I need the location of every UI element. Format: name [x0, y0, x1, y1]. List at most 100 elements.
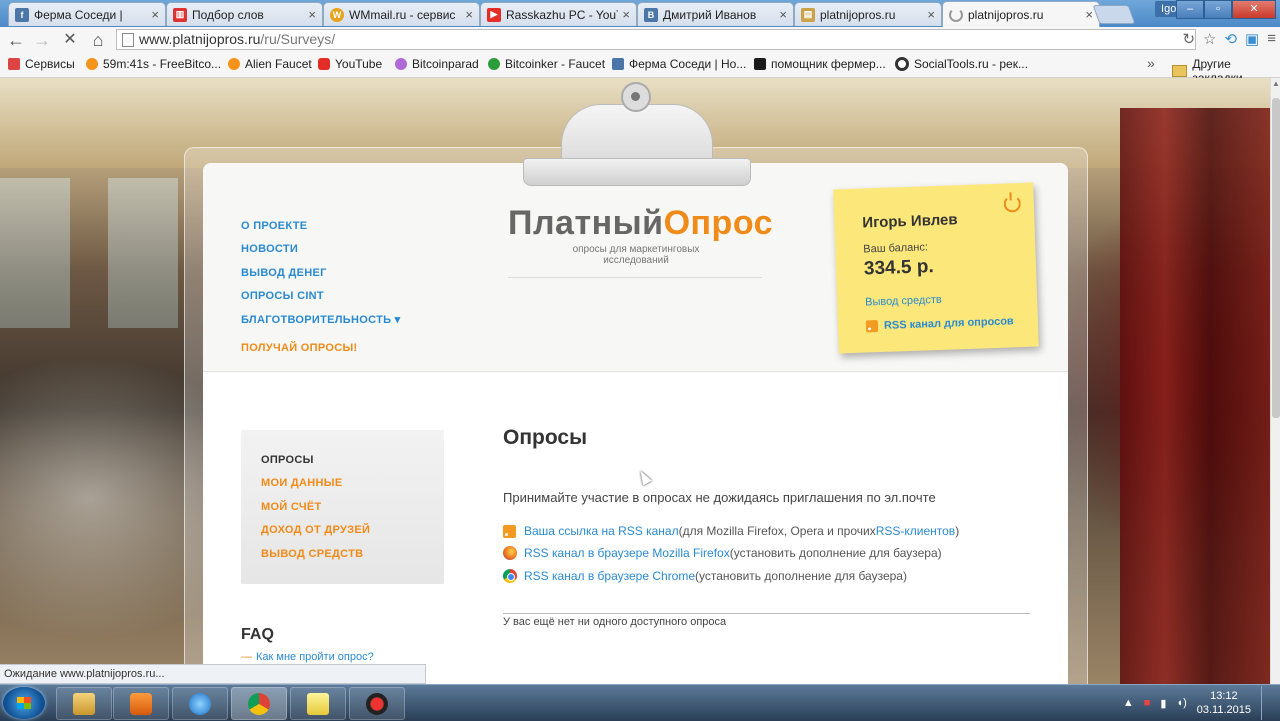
minimize-icon[interactable]: – [1176, 0, 1204, 19]
stop-icon[interactable]: ✕ [60, 30, 80, 50]
clock-date: 03.11.2015 [1196, 704, 1251, 716]
tray-app-icon[interactable]: ■ [1144, 697, 1151, 709]
taskbar-sticky-notes[interactable] [290, 687, 346, 720]
extension-icon[interactable]: ⟲ [1224, 30, 1237, 48]
show-desktop-button[interactable] [1261, 686, 1272, 720]
tab-title: platnijopros.ru [968, 7, 1044, 22]
tab-vk-dmitry[interactable]: B Дмитрий Иванов × [637, 2, 794, 26]
tab-platnijopros-active[interactable]: platnijopros.ru × [942, 1, 1100, 27]
sidebar-item-my-account[interactable]: МОЙ СЧЁТ [261, 501, 322, 513]
home-icon[interactable]: ⌂ [88, 30, 108, 50]
no-surveys-message: У вас ещё нет ни одного доступного опрос… [503, 616, 727, 628]
background-photo-window [108, 178, 178, 328]
rss-clients-link[interactable]: RSS-клиентов [876, 524, 955, 538]
recorder-icon [366, 692, 388, 715]
sidebar-item-my-data[interactable]: МОИ ДАННЫЕ [261, 477, 342, 489]
account-sidebar: ОПРОСЫ МОИ ДАННЫЕ МОЙ СЧЁТ ДОХОД ОТ ДРУЗ… [241, 430, 444, 584]
sidebar-item-withdraw[interactable]: ВЫВОД СРЕДСТВ [261, 548, 363, 560]
bookmark-pomoshnik[interactable]: помощник фермер... [754, 57, 886, 71]
bookmark-label: Bitcoinparad [412, 57, 479, 71]
balance-label: Ваш баланс: [863, 241, 929, 256]
page-title: Опросы [503, 426, 588, 449]
tab-platnijopros-1[interactable]: ▤ platnijopros.ru × [794, 2, 942, 26]
withdraw-link[interactable]: Вывод средств [865, 294, 942, 309]
network-icon[interactable]: ▮ [1160, 697, 1166, 710]
star-icon[interactable]: ☆ [1203, 30, 1216, 48]
nav-cint-surveys[interactable]: ОПРОСЫ CINT [241, 290, 324, 302]
close-icon[interactable]: × [622, 7, 630, 22]
sidebar-item-surveys[interactable]: ОПРОСЫ [261, 454, 314, 466]
taskbar-explorer[interactable] [56, 687, 112, 720]
bookmark-youtube[interactable]: YouTube [318, 57, 382, 71]
helper-icon [754, 58, 766, 70]
taskbar-ie[interactable] [172, 687, 228, 720]
scroll-up-icon[interactable]: ▲ [1272, 80, 1280, 88]
bookmark-services[interactable]: Сервисы [8, 57, 75, 71]
faq-question-link[interactable]: — Как мне пройти опрос? [241, 651, 374, 663]
volume-icon[interactable]: ◖) [1176, 697, 1186, 709]
forward-icon[interactable]: → [32, 30, 52, 50]
close-icon[interactable]: × [779, 7, 787, 22]
taskbar-media-player[interactable] [113, 687, 169, 720]
taskbar-recorder[interactable] [349, 687, 405, 720]
bitcoinparad-icon [395, 58, 407, 70]
rss-feed-link[interactable]: RSS канал для опросов [865, 315, 1014, 333]
nav-get-surveys[interactable]: ПОЛУЧАЙ ОПРОСЫ! [241, 342, 357, 354]
clipboard-clip-icon [523, 78, 751, 186]
nav-withdraw-money[interactable]: ВЫВОД ДЕНЕГ [241, 267, 327, 279]
logout-power-icon[interactable] [1003, 195, 1022, 213]
tab-title: platnijopros.ru [820, 7, 896, 22]
chart-icon: ▥ [173, 7, 187, 22]
surveys-lead-text: Принимайте участие в опросах не дожидаяс… [503, 490, 936, 505]
bookmark-label: Ферма Соседи | Но... [629, 57, 747, 71]
menu-icon[interactable]: ≡ [1267, 30, 1276, 48]
page-scrollbar[interactable]: ▲ [1270, 78, 1280, 684]
tab-title: Rasskazhu PC - YouT [506, 7, 619, 22]
tray-expand-icon[interactable]: ▲ [1123, 697, 1134, 709]
address-bar[interactable]: www.platnijopros.ru/ru/Surveys/ [116, 29, 1196, 50]
close-icon[interactable]: × [465, 7, 473, 22]
firefox-rss-link[interactable]: RSS канал в браузере Mozilla Firefox [524, 546, 730, 560]
page-icon [122, 33, 134, 47]
status-bar: Ожидание www.platnijopros.ru... [0, 664, 426, 684]
bookmark-ferma[interactable]: Ферма Соседи | Но... [612, 57, 746, 71]
new-tab-button[interactable] [1092, 5, 1136, 24]
rss-personal-link[interactable]: Ваша ссылка на RSS канал [524, 524, 679, 538]
tab-podbor[interactable]: ▥ Подбор слов × [166, 2, 323, 26]
close-icon[interactable]: × [308, 7, 316, 22]
tab-wmmail[interactable]: W WMmail.ru - сервис × [323, 2, 480, 26]
chrome-rss-link[interactable]: RSS канал в браузере Chrome [524, 569, 695, 583]
refresh-icon[interactable]: ↻ [1182, 30, 1195, 48]
close-icon[interactable]: × [927, 7, 935, 22]
site-logo[interactable]: ПлатныйОпрос опросы для маркетинговых исс… [508, 204, 773, 266]
tab-ferma[interactable]: f Ферма Соседи | × [8, 2, 166, 26]
bookmarks-overflow-icon[interactable]: » [1147, 55, 1155, 71]
sidebar-item-referral-income[interactable]: ДОХОД ОТ ДРУЗЕЙ [261, 524, 370, 536]
bookmark-alien-faucet[interactable]: Alien Faucet [228, 57, 312, 71]
clip-ring [621, 82, 651, 112]
nav-news[interactable]: НОВОСТИ [241, 243, 298, 255]
close-icon[interactable]: × [151, 7, 159, 22]
logo-part1: Платный [508, 204, 664, 242]
toolbar-icons: ↻ ☆ ⟲ ▣ ≡ [1182, 30, 1276, 48]
start-button[interactable] [3, 687, 45, 719]
chrome-icon [503, 569, 517, 583]
bookmark-freebitco[interactable]: 59m:41s - FreeBitco... [86, 57, 221, 71]
nav-about[interactable]: О ПРОЕКТЕ [241, 220, 307, 232]
firefox-link-row: RSS канал в браузере Mozilla Firefox (ус… [503, 546, 942, 560]
maximize-icon[interactable]: ▫ [1204, 0, 1232, 19]
window-close-icon[interactable]: ✕ [1232, 0, 1276, 19]
scrollbar-thumb[interactable] [1272, 98, 1280, 418]
screenshot-icon[interactable]: ▣ [1245, 30, 1259, 48]
nav-charity[interactable]: БЛАГОТВОРИТЕЛЬНОСТЬ ▾ [241, 313, 400, 326]
tab-youtube[interactable]: ▶ Rasskazhu PC - YouT × [480, 2, 637, 26]
bookmark-socialtools[interactable]: SocialTools.ru - рек... [895, 57, 1028, 71]
bookmark-bitcoinker[interactable]: Bitcoinker - Faucet [488, 57, 605, 71]
close-icon[interactable]: × [1085, 7, 1093, 22]
divider [503, 613, 1030, 614]
clock[interactable]: 13:12 03.11.2015 [1197, 689, 1251, 717]
tab-title: Ферма Соседи | [34, 7, 123, 22]
back-icon[interactable]: ← [6, 30, 26, 50]
taskbar-chrome[interactable] [231, 687, 287, 720]
bookmark-bitcoinparad[interactable]: Bitcoinparad [395, 57, 479, 71]
